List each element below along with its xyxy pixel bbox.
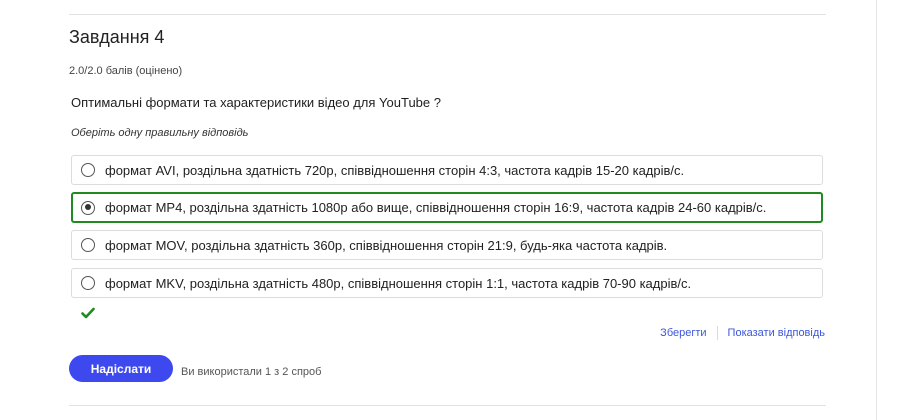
radio-button-2[interactable] <box>81 200 95 215</box>
problem-score: 2.0/2.0 балів (оцінено) <box>69 65 183 77</box>
radio-button-1[interactable] <box>81 163 95 177</box>
answer-option-3[interactable]: формат MOV, роздільна здатність 360p, сп… <box>71 230 823 260</box>
problem-page: Завдання 4 2.0/2.0 балів (оцінено) Оптим… <box>0 0 876 420</box>
answer-option-label: формат MKV, роздільна здатність 480p, сп… <box>105 275 692 291</box>
attempts-counter: Ви використали 1 з 2 спроб <box>181 366 322 378</box>
answer-option-4[interactable]: формат MKV, роздільна здатність 480p, сп… <box>71 268 823 298</box>
top-divider <box>69 14 826 15</box>
radio-button-4[interactable] <box>81 276 95 290</box>
save-button[interactable]: Зберегти <box>660 327 706 339</box>
bottom-divider <box>69 405 826 406</box>
answer-options: формат AVI, роздільна здатність 720p, сп… <box>71 155 823 306</box>
radio-button-3[interactable] <box>81 238 95 252</box>
question-instruction: Оберіть одну правильну відповідь <box>71 127 249 139</box>
answer-option-label: формат AVI, роздільна здатність 720p, сп… <box>105 162 685 178</box>
question-text: Оптимальні формати та характеристики від… <box>71 95 441 110</box>
answer-option-2[interactable]: формат MP4, роздільна здатність 1080p аб… <box>71 192 823 223</box>
problem-title: Завдання 4 <box>69 27 165 47</box>
right-border <box>876 0 877 420</box>
action-separator <box>716 326 718 340</box>
checkmark-icon <box>81 307 95 319</box>
answer-option-label: формат MOV, роздільна здатність 360p, сп… <box>105 237 668 253</box>
submit-button[interactable]: Надіслати <box>69 355 173 382</box>
show-answer-button[interactable]: Показати відповідь <box>728 327 825 339</box>
answer-option-1[interactable]: формат AVI, роздільна здатність 720p, сп… <box>71 155 823 185</box>
answer-option-label: формат MP4, роздільна здатність 1080p аб… <box>105 200 767 215</box>
problem-actions: Зберегти Показати відповідь <box>660 326 825 340</box>
